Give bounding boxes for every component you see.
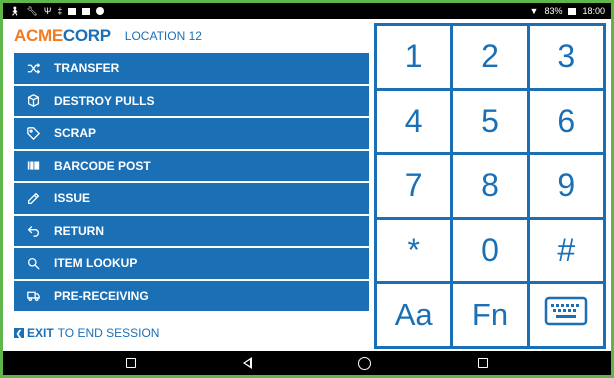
key-4[interactable]: 4 <box>377 90 451 153</box>
menu-item-label: RETURN <box>54 223 104 238</box>
menu-item-label: ISSUE <box>54 191 91 206</box>
brand-logo: ACMECORP <box>14 26 111 46</box>
key-8[interactable]: 8 <box>453 155 527 217</box>
key-6[interactable]: 6 <box>529 90 603 153</box>
menu-item-label: BARCODE POST <box>54 158 151 173</box>
brand-row: ACMECORP LOCATION 12 <box>3 19 373 53</box>
brand-logo-part1: ACME <box>14 26 63 45</box>
usb-icon: Ψ <box>43 6 52 16</box>
home-icon[interactable] <box>358 356 372 370</box>
menu-item-scrap[interactable]: SCRAP <box>14 118 369 149</box>
usb-debug-icon: ‡ <box>57 6 63 16</box>
chevron-left-icon: ❮ <box>14 328 24 338</box>
key-case-toggle[interactable]: Aa <box>377 284 451 346</box>
brand-logo-part2: CORP <box>62 26 111 45</box>
sync-icon <box>96 7 105 15</box>
menu-item-label: SCRAP <box>54 126 97 141</box>
status-bar: 🚶︎ 🔧︎ Ψ ‡ ▼ 83% 18:00 <box>3 3 611 19</box>
left-panel: ACMECORP LOCATION 12 TRANSFER DESTROY PU… <box>3 19 373 351</box>
pencil-icon <box>26 191 40 205</box>
exit-row: ❮ EXIT TO END SESSION <box>14 319 159 347</box>
search-icon <box>26 256 40 270</box>
menu-item-item-lookup[interactable]: ITEM LOOKUP <box>14 248 369 279</box>
menu-item-destroy-pulls[interactable]: DESTROY PULLS <box>14 85 369 116</box>
back-icon[interactable] <box>242 357 252 369</box>
battery-percent: 83% <box>544 6 563 16</box>
barcode-icon <box>26 159 40 173</box>
key-2[interactable]: 2 <box>453 26 527 88</box>
recent-apps-icon[interactable] <box>126 358 137 368</box>
exit-label: EXIT <box>27 326 54 340</box>
overview-icon[interactable] <box>477 358 488 368</box>
clock-time: 18:00 <box>582 6 605 16</box>
tablet-screen: 🚶︎ 🔧︎ Ψ ‡ ▼ 83% 18:00 ACMECORP LOCATION … <box>3 3 611 375</box>
mail-icon <box>68 7 77 15</box>
key-3[interactable]: 3 <box>529 26 603 88</box>
image-icon <box>82 7 91 15</box>
key-0[interactable]: 0 <box>453 219 527 282</box>
menu-item-label: TRANSFER <box>54 61 120 76</box>
key-7[interactable]: 7 <box>377 155 451 217</box>
cube-icon <box>26 94 40 108</box>
menu-item-label: PRE-RECEIVING <box>54 288 149 303</box>
menu-item-label: DESTROY PULLS <box>54 93 155 108</box>
location-label: LOCATION 12 <box>124 29 202 43</box>
key-5[interactable]: 5 <box>453 90 527 153</box>
shuffle-icon <box>26 61 40 75</box>
wrench-icon: 🔧︎ <box>26 6 38 16</box>
exit-button[interactable]: ❮ EXIT <box>14 326 54 340</box>
menu-item-label: ITEM LOOKUP <box>54 256 138 271</box>
exit-hint: TO END SESSION <box>57 326 160 340</box>
figure-icon: 🚶︎ <box>9 6 21 16</box>
return-icon <box>26 224 40 238</box>
key-keyboard[interactable] <box>529 284 603 346</box>
menu-item-transfer[interactable]: TRANSFER <box>14 53 369 84</box>
keypad: 1 2 3 4 5 6 7 8 9 * 0 # Aa Fn <box>374 23 606 349</box>
menu-item-barcode-post[interactable]: BARCODE POST <box>14 150 369 181</box>
key-function[interactable]: Fn <box>453 284 527 346</box>
status-icons-right: ▼ 83% 18:00 <box>530 3 605 19</box>
android-nav-bar <box>3 351 611 375</box>
key-9[interactable]: 9 <box>529 155 603 217</box>
keyboard-icon <box>544 296 588 334</box>
truck-icon <box>26 289 40 303</box>
menu-item-pre-receiving[interactable]: PRE-RECEIVING <box>14 280 369 311</box>
menu-item-return[interactable]: RETURN <box>14 215 369 246</box>
key-star[interactable]: * <box>377 219 451 282</box>
wifi-icon: ▼ <box>529 6 539 16</box>
main-menu: TRANSFER DESTROY PULLS SCRAP BARCODE POS… <box>14 53 369 313</box>
key-1[interactable]: 1 <box>377 26 451 88</box>
battery-icon <box>568 7 577 15</box>
key-hash[interactable]: # <box>529 219 603 282</box>
menu-item-issue[interactable]: ISSUE <box>14 183 369 214</box>
status-icons-left: 🚶︎ 🔧︎ Ψ ‡ <box>9 3 105 19</box>
tag-icon <box>26 126 40 140</box>
